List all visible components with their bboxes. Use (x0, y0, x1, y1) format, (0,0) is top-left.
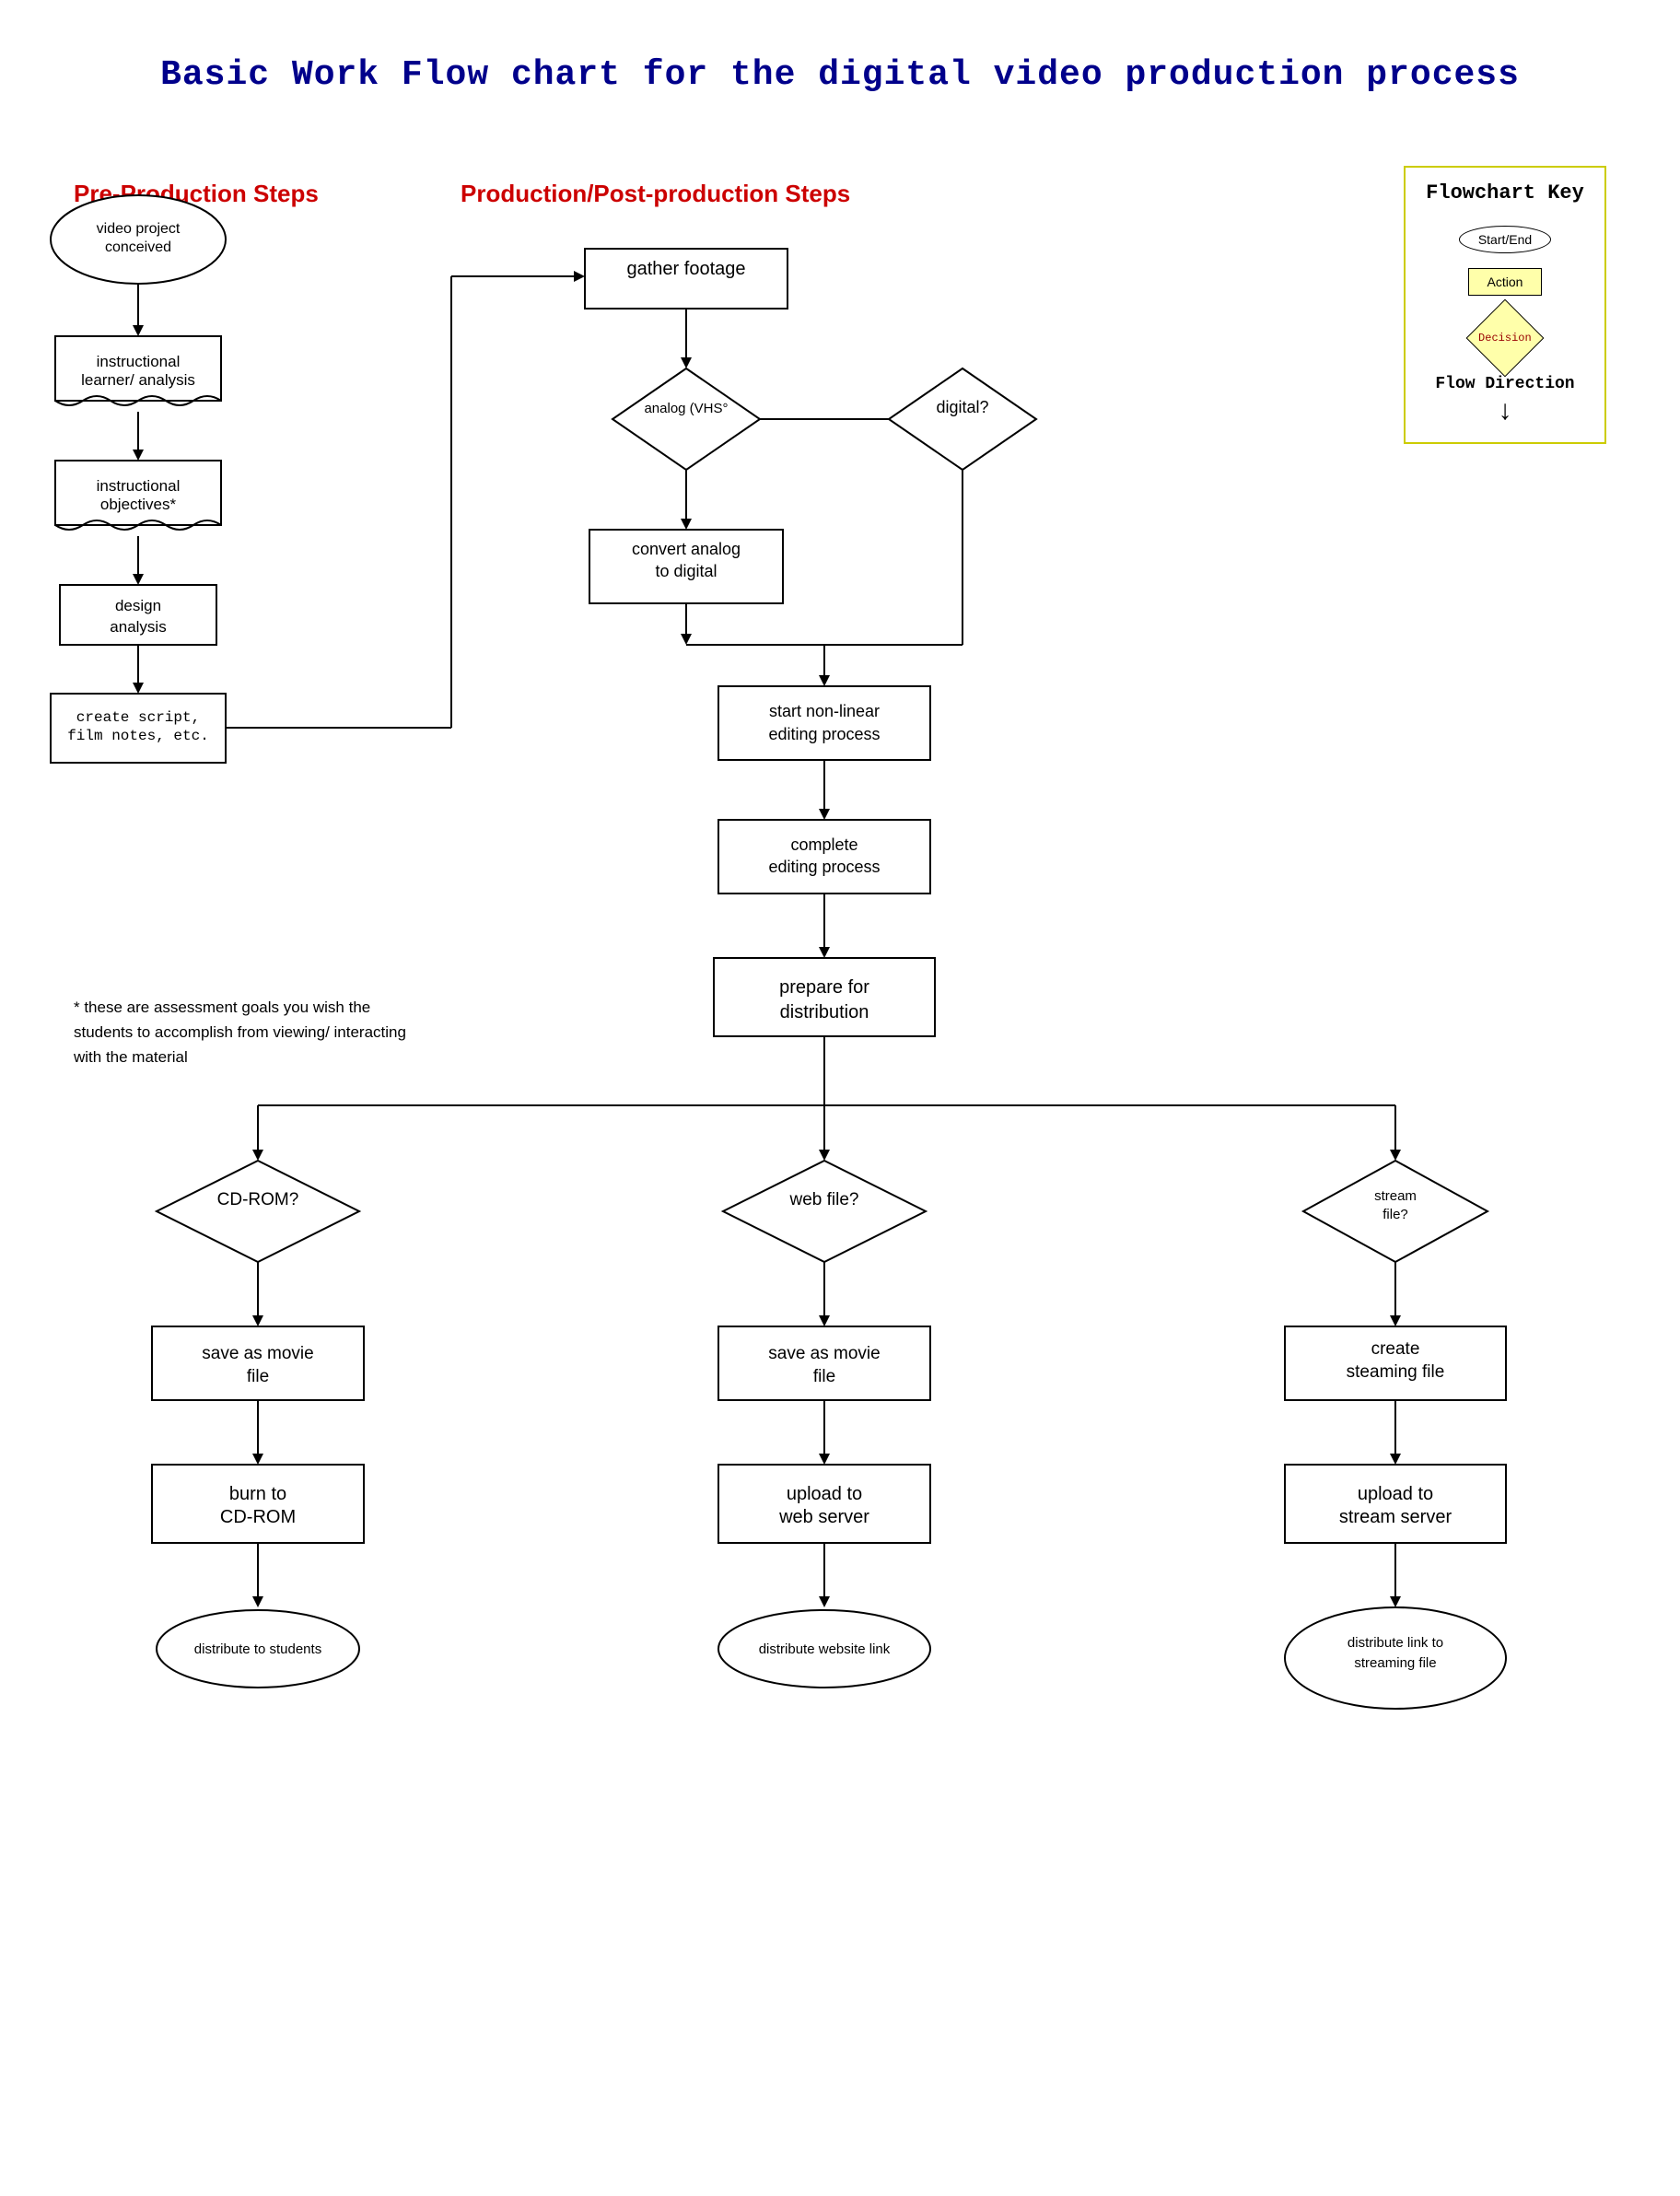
svg-text:objectives*: objectives* (100, 496, 177, 513)
page: Basic Work Flow chart for the digital vi… (0, 0, 1680, 2196)
svg-text:complete: complete (790, 835, 858, 854)
svg-text:analog (VHS°: analog (VHS° (644, 401, 728, 416)
svg-text:editing process: editing process (768, 858, 880, 876)
svg-text:distribute link to: distribute link to (1348, 1635, 1443, 1651)
svg-text:conceived: conceived (105, 239, 171, 255)
svg-text:to digital: to digital (655, 562, 717, 580)
svg-text:file: file (247, 1367, 269, 1386)
svg-text:CD-ROM: CD-ROM (220, 1507, 296, 1527)
svg-text:steaming file: steaming file (1347, 1362, 1445, 1382)
svg-text:film notes, etc.: film notes, etc. (67, 728, 209, 744)
svg-text:instructional: instructional (97, 477, 181, 495)
svg-text:instructional: instructional (97, 353, 181, 370)
svg-text:distribution: distribution (780, 1002, 869, 1022)
svg-text:file?: file? (1382, 1207, 1408, 1222)
svg-text:gather footage: gather footage (627, 259, 746, 279)
svg-text:stream: stream (1374, 1188, 1417, 1204)
svg-text:analysis: analysis (110, 618, 166, 636)
svg-text:CD-ROM?: CD-ROM? (217, 1190, 299, 1209)
svg-text:burn to: burn to (229, 1484, 286, 1504)
svg-text:create: create (1371, 1339, 1420, 1359)
svg-text:web file?: web file? (789, 1190, 859, 1209)
svg-text:upload to: upload to (787, 1484, 862, 1504)
svg-text:distribute to students: distribute to students (194, 1641, 321, 1657)
footnote: * these are assessment goals you wish th… (74, 995, 424, 1070)
svg-text:digital?: digital? (936, 398, 988, 416)
page-title: Basic Work Flow chart for the digital vi… (74, 55, 1606, 95)
svg-text:video project: video project (97, 221, 181, 237)
svg-text:stream server: stream server (1339, 1507, 1452, 1527)
svg-text:prepare for: prepare for (779, 977, 869, 998)
svg-text:learner/ analysis: learner/ analysis (81, 371, 195, 389)
svg-text:create script,: create script, (76, 709, 200, 726)
svg-text:save as movie: save as movie (202, 1344, 313, 1363)
svg-text:streaming file: streaming file (1354, 1655, 1436, 1671)
svg-text:start non-linear: start non-linear (769, 702, 880, 720)
svg-text:upload to: upload to (1358, 1484, 1433, 1504)
flowchart-svg: video project conceived instructional le… (0, 129, 1680, 2155)
svg-text:file: file (813, 1367, 835, 1386)
svg-text:save as movie: save as movie (768, 1344, 880, 1363)
svg-text:design: design (115, 597, 161, 614)
svg-text:web server: web server (778, 1507, 869, 1527)
svg-text:editing process: editing process (768, 725, 880, 743)
svg-text:convert analog: convert analog (632, 540, 741, 558)
svg-text:distribute website link: distribute website link (759, 1641, 891, 1657)
